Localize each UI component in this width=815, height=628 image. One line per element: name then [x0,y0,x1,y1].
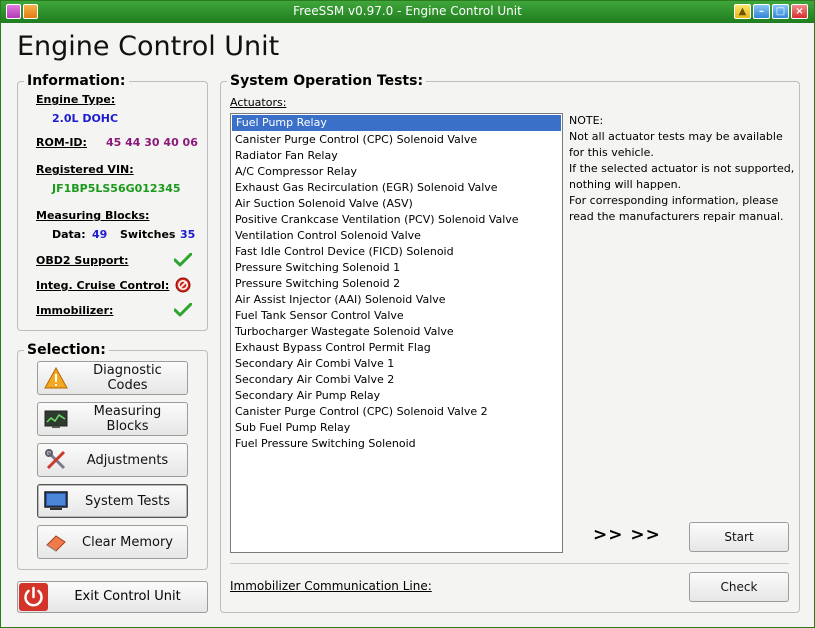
list-item[interactable]: Fuel Pressure Switching Solenoid [231,436,562,452]
not-supported-icon [175,277,191,293]
list-item[interactable]: Secondary Air Combi Valve 2 [231,372,562,388]
measuring-blocks-button-label: Measuring Blocks [93,404,162,434]
adjustments-button[interactable]: Adjustments [37,443,188,477]
list-item[interactable]: Fast Idle Control Device (FICD) Solenoid [231,244,562,260]
check-button[interactable]: Check [689,572,789,602]
list-item[interactable]: Air Assist Injector (AAI) Solenoid Valve [231,292,562,308]
note-line-1: Not all actuator tests may be available … [569,130,783,159]
list-item[interactable]: Turbocharger Wastegate Solenoid Valve [231,324,562,340]
list-item[interactable]: A/C Compressor Relay [231,164,562,180]
system-tests-button[interactable]: System Tests [37,484,188,518]
start-arrows: >> >> [593,525,661,545]
list-item[interactable]: Exhaust Gas Recirculation (EGR) Solenoid… [231,180,562,196]
immobilizer-line-label: Immobilizer Communication Line: [230,579,432,593]
system-tests-label: System Tests [85,493,170,509]
list-item[interactable]: Pressure Switching Solenoid 1 [231,260,562,276]
list-item[interactable]: Canister Purge Control (CPC) Solenoid Va… [231,132,562,148]
list-item[interactable]: Fuel Pump Relay [232,115,561,131]
immobilizer-label: Immobilizer: [36,304,114,317]
note-line-3: For corresponding information, please re… [569,194,784,223]
screen-icon [44,491,68,510]
title-bar-right-controls: ▲ – □ × [734,4,808,19]
note-title: NOTE: [569,114,604,127]
eraser-icon [46,535,66,552]
measuring-blocks-label: Measuring Blocks: [36,209,150,222]
page-title: Engine Control Unit [17,31,280,62]
tools-icon [45,449,66,470]
engine-type-label: Engine Type: [36,93,116,106]
diagnostic-codes-button[interactable]: Diagnostic Codes [37,361,188,395]
list-item[interactable]: Fuel Tank Sensor Control Valve [231,308,562,324]
registered-vin-value: JF1BP5LS56G012345 [52,182,181,195]
list-item[interactable]: Positive Crankcase Ventilation (PCV) Sol… [231,212,562,228]
check-icon [174,303,192,317]
list-item[interactable]: Ventilation Control Solenoid Valve [231,228,562,244]
adjustments-label: Adjustments [86,452,169,468]
data-count-label: Data: [52,228,86,241]
clear-memory-button[interactable]: Clear Memory [37,525,188,559]
measuring-blocks-button[interactable]: Measuring Blocks [37,402,188,436]
power-icon [19,583,48,611]
data-count-value: 49 [92,228,108,241]
selection-group-title: Selection: [24,342,109,358]
engine-type-value: 2.0L DOHC [52,112,119,125]
clear-memory-label: Clear Memory [82,534,173,550]
list-item[interactable]: Pressure Switching Solenoid 2 [231,276,562,292]
warning-icon [44,367,68,389]
list-item[interactable]: Sub Fuel Pump Relay [231,420,562,436]
shade-button-icon[interactable]: ▲ [734,4,751,19]
information-group-title: Information: [24,73,129,89]
list-item[interactable]: Exhaust Bypass Control Permit Flag [231,340,562,356]
check-icon [174,253,192,267]
information-group: Information: Engine Type: 2.0L DOHC ROM-… [17,73,208,331]
note-text: NOTE: Not all actuator tests may be avai… [569,113,799,225]
switches-count-value: 35 [180,228,196,241]
note-line-2: If the selected actuator is not supporte… [569,162,795,191]
exit-control-unit-label: Exit Control Unit [74,589,181,604]
rom-id-label: ROM-ID: [36,136,87,149]
monitor-graph-icon [44,410,68,428]
minimize-button-icon[interactable]: – [753,4,770,19]
list-item[interactable]: Canister Purge Control (CPC) Solenoid Va… [231,404,562,420]
title-bar[interactable]: FreeSSM v0.97.0 - Engine Control Unit ▲ … [1,1,814,23]
list-item[interactable]: Secondary Air Combi Valve 1 [231,356,562,372]
obd2-support-label: OBD2 Support: [36,254,129,267]
actuators-list[interactable]: Fuel Pump Relay Canister Purge Control (… [230,113,563,553]
list-item[interactable]: Secondary Air Pump Relay [231,388,562,404]
switches-count-label: Switches [120,228,176,241]
diagnostic-codes-label: Diagnostic Codes [93,363,162,393]
cruise-control-label: Integ. Cruise Control: [36,279,170,292]
maximize-button-icon[interactable]: □ [772,4,789,19]
registered-vin-label: Registered VIN: [36,163,134,176]
system-tests-group-title: System Operation Tests: [227,73,427,89]
window-title: FreeSSM v0.97.0 - Engine Control Unit [293,4,522,18]
rom-id-value: 45 44 30 40 06 [106,136,198,149]
exit-control-unit-button[interactable]: Exit Control Unit [17,581,208,613]
actuators-label: Actuators: [230,96,287,109]
start-button[interactable]: Start [689,522,789,552]
app-window: FreeSSM v0.97.0 - Engine Control Unit ▲ … [0,0,815,628]
list-item[interactable]: Air Suction Solenoid Valve (ASV) [231,196,562,212]
close-button-icon[interactable]: × [791,4,808,19]
divider [230,563,789,564]
list-item[interactable]: Radiator Fan Relay [231,148,562,164]
selection-group: Selection: Diagnostic Codes Measuring Bl… [17,342,208,570]
